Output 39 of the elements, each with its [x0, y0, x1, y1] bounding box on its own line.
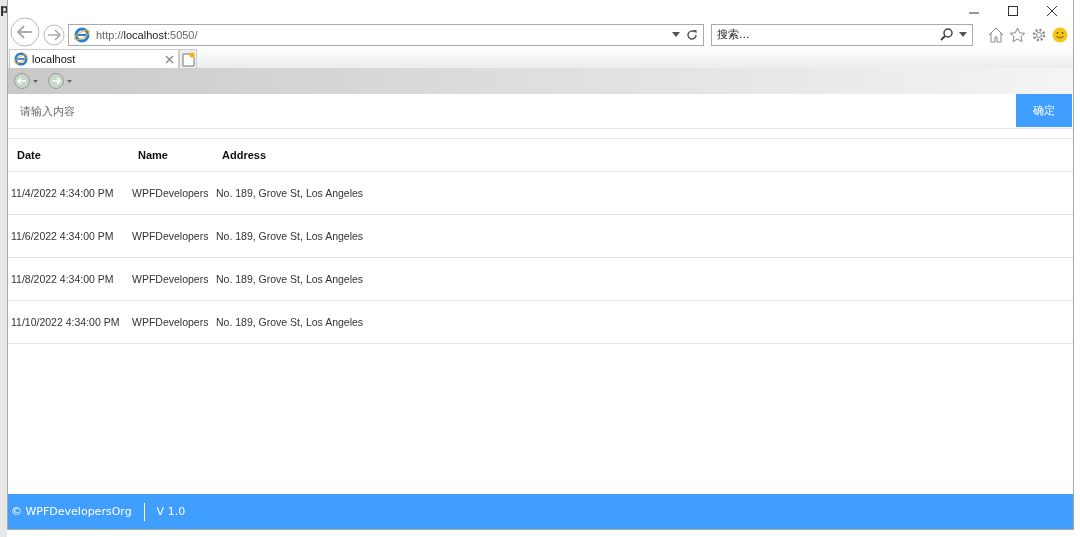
table-cell-text: WPFDevelopers	[132, 230, 210, 242]
version-text: V 1.0	[156, 505, 186, 518]
back-icon[interactable]	[10, 16, 40, 47]
maximize-icon[interactable]	[1007, 5, 1019, 17]
close-icon[interactable]	[1046, 5, 1058, 17]
star-icon[interactable]	[1009, 26, 1026, 43]
forward-icon[interactable]	[43, 23, 65, 46]
smiley-icon[interactable]	[1052, 26, 1068, 43]
browser-logo-icon	[14, 52, 28, 66]
refresh-icon[interactable]	[686, 28, 698, 41]
table-cell-text: WPFDevelopers	[132, 273, 210, 285]
column-header: Name	[138, 149, 169, 161]
dropdown-caret-icon[interactable]	[672, 32, 680, 37]
back-icon[interactable]	[14, 73, 40, 89]
table-cell: No. 189, Grove St, Los Angeles	[216, 273, 364, 285]
table-cell-text: 11/8/2022 4:34:00 PM	[10, 273, 115, 285]
table-cell-text: 11/10/2022 4:34:00 PM	[10, 316, 121, 328]
browser-search-field[interactable]: 搜索...	[711, 23, 973, 46]
table-cell: No. 189, Grove St, Los Angeles	[216, 230, 364, 242]
table-cell-text: WPFDevelopers	[132, 187, 210, 199]
table-cell-text: 11/6/2022 4:34:00 PM	[10, 230, 115, 242]
home-icon[interactable]	[988, 26, 1004, 43]
settings-icon[interactable]	[1031, 26, 1047, 43]
url-text: http://localhost:5050/	[96, 28, 199, 41]
copyright-text: © WPFDevelopersOrg	[11, 505, 132, 518]
new-tab-icon	[181, 51, 195, 67]
table-cell: No. 189, Grove St, Los Angeles	[216, 187, 364, 199]
table-cell: No. 189, Grove St, Los Angeles	[216, 316, 364, 328]
column-header: Date	[16, 149, 42, 161]
table-cell-text: WPFDevelopers	[132, 316, 210, 328]
browser-logo-icon	[74, 26, 90, 43]
column-header: Address	[222, 149, 267, 161]
new-tab-button[interactable]	[179, 49, 197, 68]
browser-tab[interactable]: localhost	[9, 49, 179, 68]
forward-icon[interactable]	[48, 73, 74, 89]
search-icon[interactable]	[940, 28, 953, 41]
address-bar[interactable]: http://localhost:5050/	[68, 23, 704, 46]
dropdown-caret-icon[interactable]	[959, 32, 967, 37]
table-cell-text: 11/4/2022 4:34:00 PM	[10, 187, 115, 199]
